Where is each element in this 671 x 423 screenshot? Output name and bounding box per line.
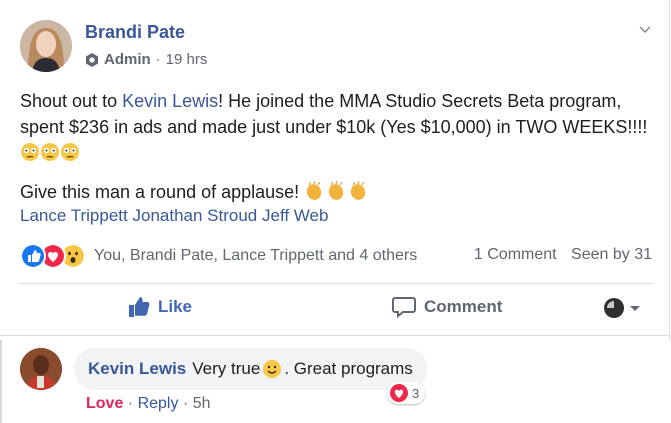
- reaction-icons[interactable]: [20, 243, 86, 269]
- comment-label: Comment: [424, 297, 503, 316]
- comment-bubble: Kevin Lewis Very true . Great programs: [74, 348, 427, 390]
- thumbs-up-icon: [129, 297, 150, 317]
- comment-text-start: Very true: [192, 359, 261, 378]
- chevron-down-icon[interactable]: [638, 22, 652, 36]
- post-meta: Admin · 19 hrs: [85, 51, 207, 68]
- like-label: Like: [158, 297, 193, 316]
- like-icon: [20, 243, 46, 269]
- post-card: Brandi Pate Admin · 19 hrs Shout out to …: [0, 0, 670, 423]
- meta-separator: ·: [155, 51, 161, 68]
- love-link[interactable]: Love: [86, 395, 123, 412]
- mention-link[interactable]: Kevin Lewis: [122, 91, 218, 111]
- profile-avatar-icon: [604, 298, 624, 318]
- reply-link[interactable]: Reply: [138, 395, 179, 412]
- comment-actions: Love · Reply · 5h: [86, 395, 211, 413]
- admin-badge-icon: [86, 52, 98, 67]
- reaction-as-selector[interactable]: [604, 298, 642, 318]
- post-text-intro: Shout out to: [20, 91, 123, 111]
- comment-time[interactable]: 5h: [193, 395, 211, 412]
- commenter-name[interactable]: Kevin Lewis: [88, 359, 186, 379]
- comment-reaction-count: 3: [412, 385, 420, 401]
- comment-section: Kevin Lewis Very true . Great programs 3…: [0, 340, 670, 423]
- like-button[interactable]: Like: [128, 296, 192, 318]
- post-stats: 1 Comment Seen by 31: [464, 246, 652, 264]
- comment-button[interactable]: Comment: [392, 296, 502, 318]
- caret-down-icon: [630, 306, 640, 311]
- divider: [20, 283, 654, 284]
- post-time[interactable]: 19 hrs: [166, 51, 208, 68]
- reactions-bar: You, Brandi Pate, Lance Trippett and 4 o…: [20, 242, 660, 270]
- tagged-people: Lance Trippett Jonathan Stroud Jeff Web: [20, 206, 328, 226]
- author-name[interactable]: Brandi Pate: [85, 22, 185, 43]
- tag-link[interactable]: Jeff Web: [262, 206, 328, 225]
- comment-icon: [392, 297, 416, 318]
- seen-count[interactable]: Seen by 31: [571, 246, 652, 263]
- divider: [0, 335, 670, 336]
- post-actions: Like Comment: [20, 288, 660, 330]
- flushed-face-icon: [20, 142, 80, 169]
- tag-link[interactable]: Jonathan Stroud: [132, 206, 257, 225]
- comment-count[interactable]: 1 Comment: [474, 246, 557, 263]
- comment-reaction-badge[interactable]: 3: [387, 382, 426, 404]
- love-icon: [390, 384, 408, 402]
- reaction-summary[interactable]: You, Brandi Pate, Lance Trippett and 4 o…: [94, 247, 417, 265]
- author-avatar[interactable]: [20, 20, 72, 72]
- smiley-icon: [263, 360, 282, 378]
- tag-link[interactable]: Lance Trippett: [20, 206, 128, 225]
- meta-separator: ·: [127, 395, 134, 412]
- comment-text-end: . Great programs: [284, 359, 413, 378]
- clapping-hands-icon: [304, 180, 370, 208]
- post-text-applause: Give this man a round of applause!: [20, 182, 305, 202]
- commenter-avatar[interactable]: [20, 348, 62, 390]
- admin-label: Admin: [104, 51, 151, 68]
- post-body: Shout out to Kevin Lewis! He joined the …: [20, 88, 660, 208]
- meta-separator: ·: [182, 395, 189, 412]
